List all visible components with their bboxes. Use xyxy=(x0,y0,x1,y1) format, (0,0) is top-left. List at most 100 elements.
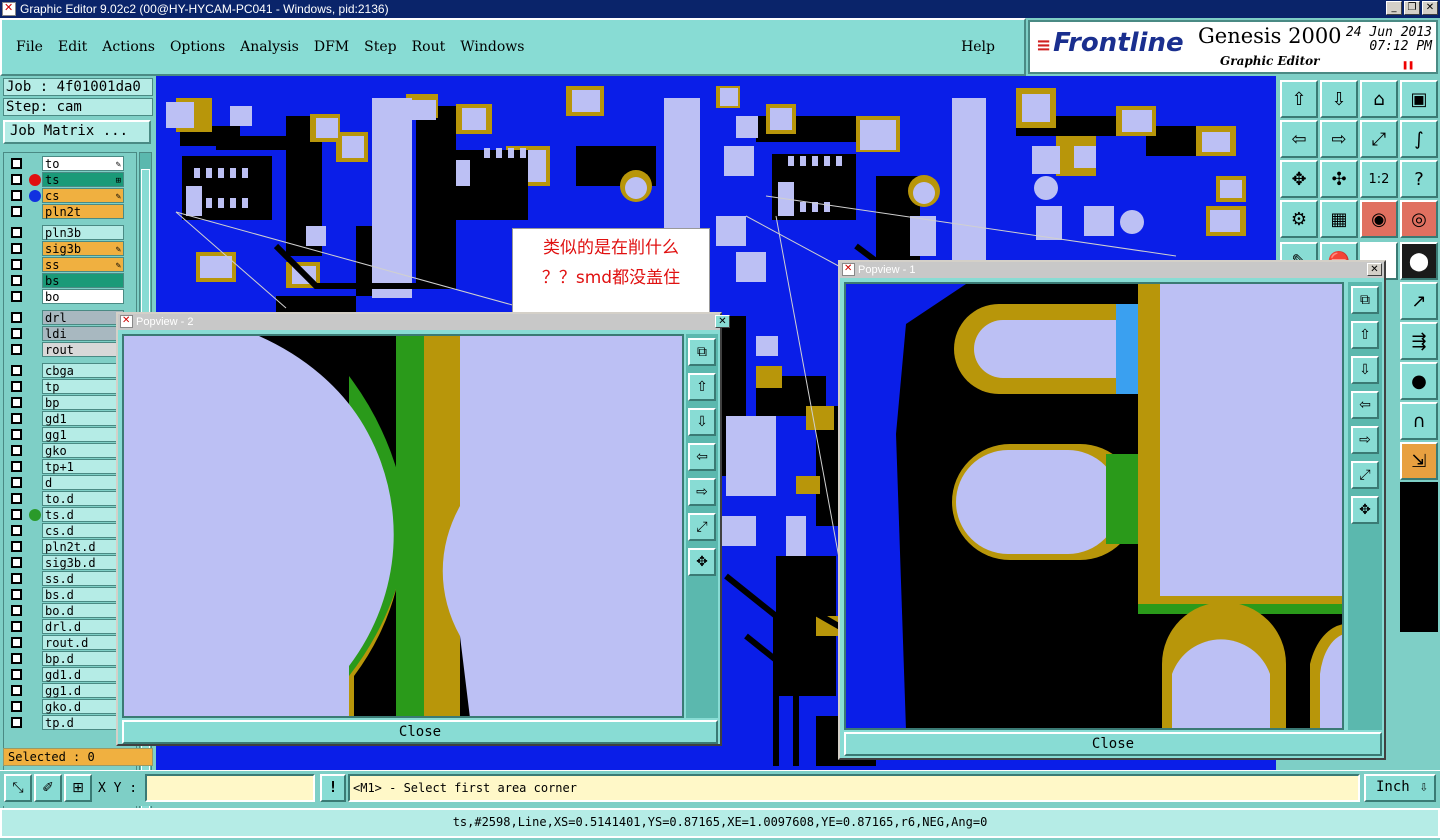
layer-row-sig3b[interactable]: sig3b ✎ xyxy=(8,241,128,256)
popview-1-canvas[interactable] xyxy=(844,282,1344,730)
dot-icon[interactable]: ⬤ xyxy=(1400,242,1438,280)
layer-name[interactable]: cs.d✎ xyxy=(42,523,124,538)
layer-name[interactable]: rout.d xyxy=(42,635,124,650)
left-icon[interactable]: ⇦ xyxy=(688,443,716,471)
layer-row-to[interactable]: to ✎ xyxy=(8,156,128,171)
layer-checkbox[interactable] xyxy=(11,259,22,270)
layer-row-tp[interactable]: tp xyxy=(8,379,128,394)
layer-checkbox[interactable] xyxy=(11,493,22,504)
fit-icon[interactable]: ⤢ xyxy=(688,513,716,541)
layer-name[interactable]: drl.d xyxy=(42,619,124,634)
layer-checkbox[interactable] xyxy=(11,541,22,552)
layer-name[interactable]: pln2t.d xyxy=(42,539,124,554)
layer-name[interactable]: rout xyxy=(42,342,124,357)
layer-name[interactable]: ss.d✎ xyxy=(42,571,124,586)
restore-button[interactable]: ❐ xyxy=(1404,1,1420,15)
copy-icon[interactable]: ⧉ xyxy=(1351,286,1379,314)
layer-checkbox[interactable] xyxy=(11,669,22,680)
center-icon[interactable]: ✥ xyxy=(688,548,716,576)
menu-rout[interactable]: Rout xyxy=(412,39,446,55)
layer-checkbox[interactable] xyxy=(11,328,22,339)
layer-row-ts-d[interactable]: ts.d xyxy=(8,507,128,522)
layer-name[interactable]: ts.d xyxy=(42,507,124,522)
layer-name[interactable]: gg1.d✎ xyxy=(42,683,124,698)
layer-checkbox[interactable] xyxy=(11,573,22,584)
zoom-forward-icon[interactable]: ⇨ xyxy=(1320,120,1358,158)
menu-step[interactable]: Step xyxy=(364,39,396,55)
layer-checkbox[interactable] xyxy=(11,397,22,408)
layer-checkbox[interactable] xyxy=(11,381,22,392)
layer-checkbox[interactable] xyxy=(11,344,22,355)
layer-row-bo[interactable]: bo xyxy=(8,289,128,304)
job-matrix-button[interactable]: Job Matrix ... xyxy=(3,120,151,144)
popview-2-canvas[interactable] xyxy=(122,334,684,718)
menu-windows[interactable]: Windows xyxy=(460,39,524,55)
layer-row-drl-d[interactable]: drl.d xyxy=(8,619,128,634)
menu-options[interactable]: Options xyxy=(170,39,225,55)
layer-name[interactable]: gko xyxy=(42,443,124,458)
layer-checkbox[interactable] xyxy=(11,312,22,323)
edit-area-icon[interactable]: ✐ xyxy=(34,774,62,802)
up-icon[interactable]: ⇧ xyxy=(1351,321,1379,349)
layer-row-gd1-d[interactable]: gd1.d✎ xyxy=(8,667,128,682)
blob-icon[interactable]: ● xyxy=(1400,362,1438,400)
layer-checkbox[interactable] xyxy=(11,174,22,185)
popview-2-close-x[interactable]: ✕ xyxy=(715,315,730,328)
menu-dfm[interactable]: DFM xyxy=(314,39,349,55)
right-icon[interactable]: ⇨ xyxy=(688,478,716,506)
layer-checkbox[interactable] xyxy=(11,227,22,238)
layer-row-tp-1[interactable]: tp+1 xyxy=(8,459,128,474)
popview-2-close-button[interactable]: Close xyxy=(122,720,718,744)
layer-name[interactable]: gko.d xyxy=(42,699,124,714)
copy-icon[interactable]: ⧉ xyxy=(688,338,716,366)
layer-row-gg1-d[interactable]: gg1.d✎ xyxy=(8,683,128,698)
layer-name[interactable]: ts ⊞ xyxy=(42,172,124,187)
down-icon[interactable]: ⇩ xyxy=(688,408,716,436)
layer-checkbox[interactable] xyxy=(11,621,22,632)
layer-name[interactable]: gd1.d✎ xyxy=(42,667,124,682)
home-icon[interactable]: ⌂ xyxy=(1360,80,1398,118)
layer-row-cbga[interactable]: cbga xyxy=(8,363,128,378)
layer-name[interactable]: to ✎ xyxy=(42,156,124,171)
route-icon[interactable]: ⇲ xyxy=(1400,442,1438,480)
xy-input[interactable] xyxy=(145,774,315,802)
snake-icon[interactable]: ∫ xyxy=(1400,120,1438,158)
layer-checkbox[interactable] xyxy=(11,557,22,568)
layer-checkbox[interactable] xyxy=(11,291,22,302)
layer-checkbox[interactable] xyxy=(11,413,22,424)
layer-name[interactable]: bp.d xyxy=(42,651,124,666)
layer-checkbox[interactable] xyxy=(11,461,22,472)
menu-edit[interactable]: Edit xyxy=(58,39,87,55)
layer-row-bo-d[interactable]: bo.d xyxy=(8,603,128,618)
down-icon[interactable]: ⇩ xyxy=(1351,356,1379,384)
layer-checkbox[interactable] xyxy=(11,429,22,440)
layer-checkbox[interactable] xyxy=(11,445,22,456)
layer-checkbox[interactable] xyxy=(11,605,22,616)
layer-name[interactable]: gg1✎ xyxy=(42,427,124,442)
minimize-button[interactable]: _ xyxy=(1386,1,1402,15)
net-ff-icon[interactable]: ⇶ xyxy=(1400,322,1438,360)
layer-row-tp-d[interactable]: tp.d xyxy=(8,715,128,730)
layer-row-pln3b[interactable]: pln3b xyxy=(8,225,128,240)
import-top-icon[interactable]: ⇧ xyxy=(1280,80,1318,118)
layer-row-rout[interactable]: rout xyxy=(8,342,128,357)
scale-icon[interactable]: 1:2 xyxy=(1360,160,1398,198)
layer-name[interactable]: cbga xyxy=(42,363,124,378)
layer-checkbox[interactable] xyxy=(11,275,22,286)
layer-name[interactable]: ss ✎ xyxy=(42,257,124,272)
measure-icon[interactable]: ⚙ xyxy=(1280,200,1318,238)
layer-name[interactable]: ldi xyxy=(42,326,124,341)
up-icon[interactable]: ⇧ xyxy=(688,373,716,401)
grid-icon[interactable]: ▦ xyxy=(1320,200,1358,238)
layer-row-ts[interactable]: ts ⊞ xyxy=(8,172,128,187)
layer-checkbox[interactable] xyxy=(11,509,22,520)
layer-row-bs[interactable]: bs xyxy=(8,273,128,288)
layer-name[interactable]: tp+1 xyxy=(42,459,124,474)
layer-row-gko[interactable]: gko xyxy=(8,443,128,458)
units-selector[interactable]: Inch ⇩ xyxy=(1364,774,1436,802)
layer-row-bs-d[interactable]: bs.d xyxy=(8,587,128,602)
net-icon[interactable]: ↗ xyxy=(1400,282,1438,320)
layer-checkbox[interactable] xyxy=(11,525,22,536)
layer-checkbox[interactable] xyxy=(11,701,22,712)
zoom-fit-icon[interactable]: ⤢ xyxy=(1360,120,1398,158)
